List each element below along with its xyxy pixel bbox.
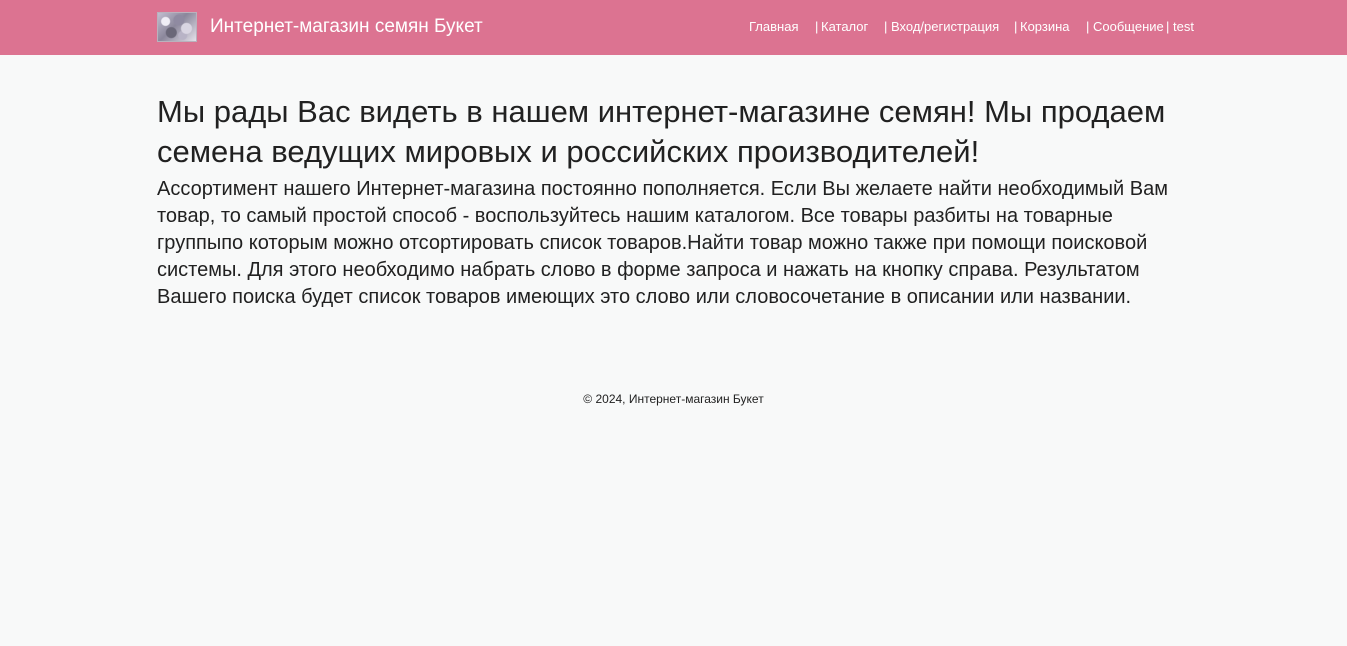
welcome-heading: Мы рады Вас видеть в нашем интернет-мага… [157, 94, 1166, 169]
nav-separator: | [884, 19, 888, 34]
nav-link-cart[interactable]: Корзина [1020, 18, 1070, 36]
main-content: Мы рады Вас видеть в нашем интернет-мага… [157, 92, 1193, 311]
store-description: Ассортимент нашего Интернет-магазина пос… [157, 178, 1168, 308]
nav-link-login-register[interactable]: Вход/регистрация [891, 18, 999, 36]
page-footer: © 2024, Интернет-магазин Букет [0, 390, 1347, 408]
nav-link-catalog[interactable]: Каталог [821, 18, 868, 36]
nav-link-user-profile[interactable]: test [1173, 18, 1194, 36]
brand[interactable]: Интернет-магазин семян Букет [157, 12, 483, 42]
flower-logo-icon[interactable] [157, 12, 197, 42]
top-navbar: Интернет-магазин семян Букет Главная | К… [0, 0, 1347, 55]
nav-separator: | [1014, 19, 1018, 34]
nav-link-messages[interactable]: Сообщение [1093, 18, 1164, 36]
nav-link-home[interactable]: Главная [749, 18, 798, 36]
brand-title[interactable]: Интернет-магазин семян Букет [210, 12, 483, 42]
nav-separator: | [815, 19, 819, 34]
copyright-text: © 2024, Интернет-магазин Букет [583, 392, 764, 406]
nav-separator: | [1166, 19, 1170, 34]
nav-separator: | [1086, 19, 1090, 34]
